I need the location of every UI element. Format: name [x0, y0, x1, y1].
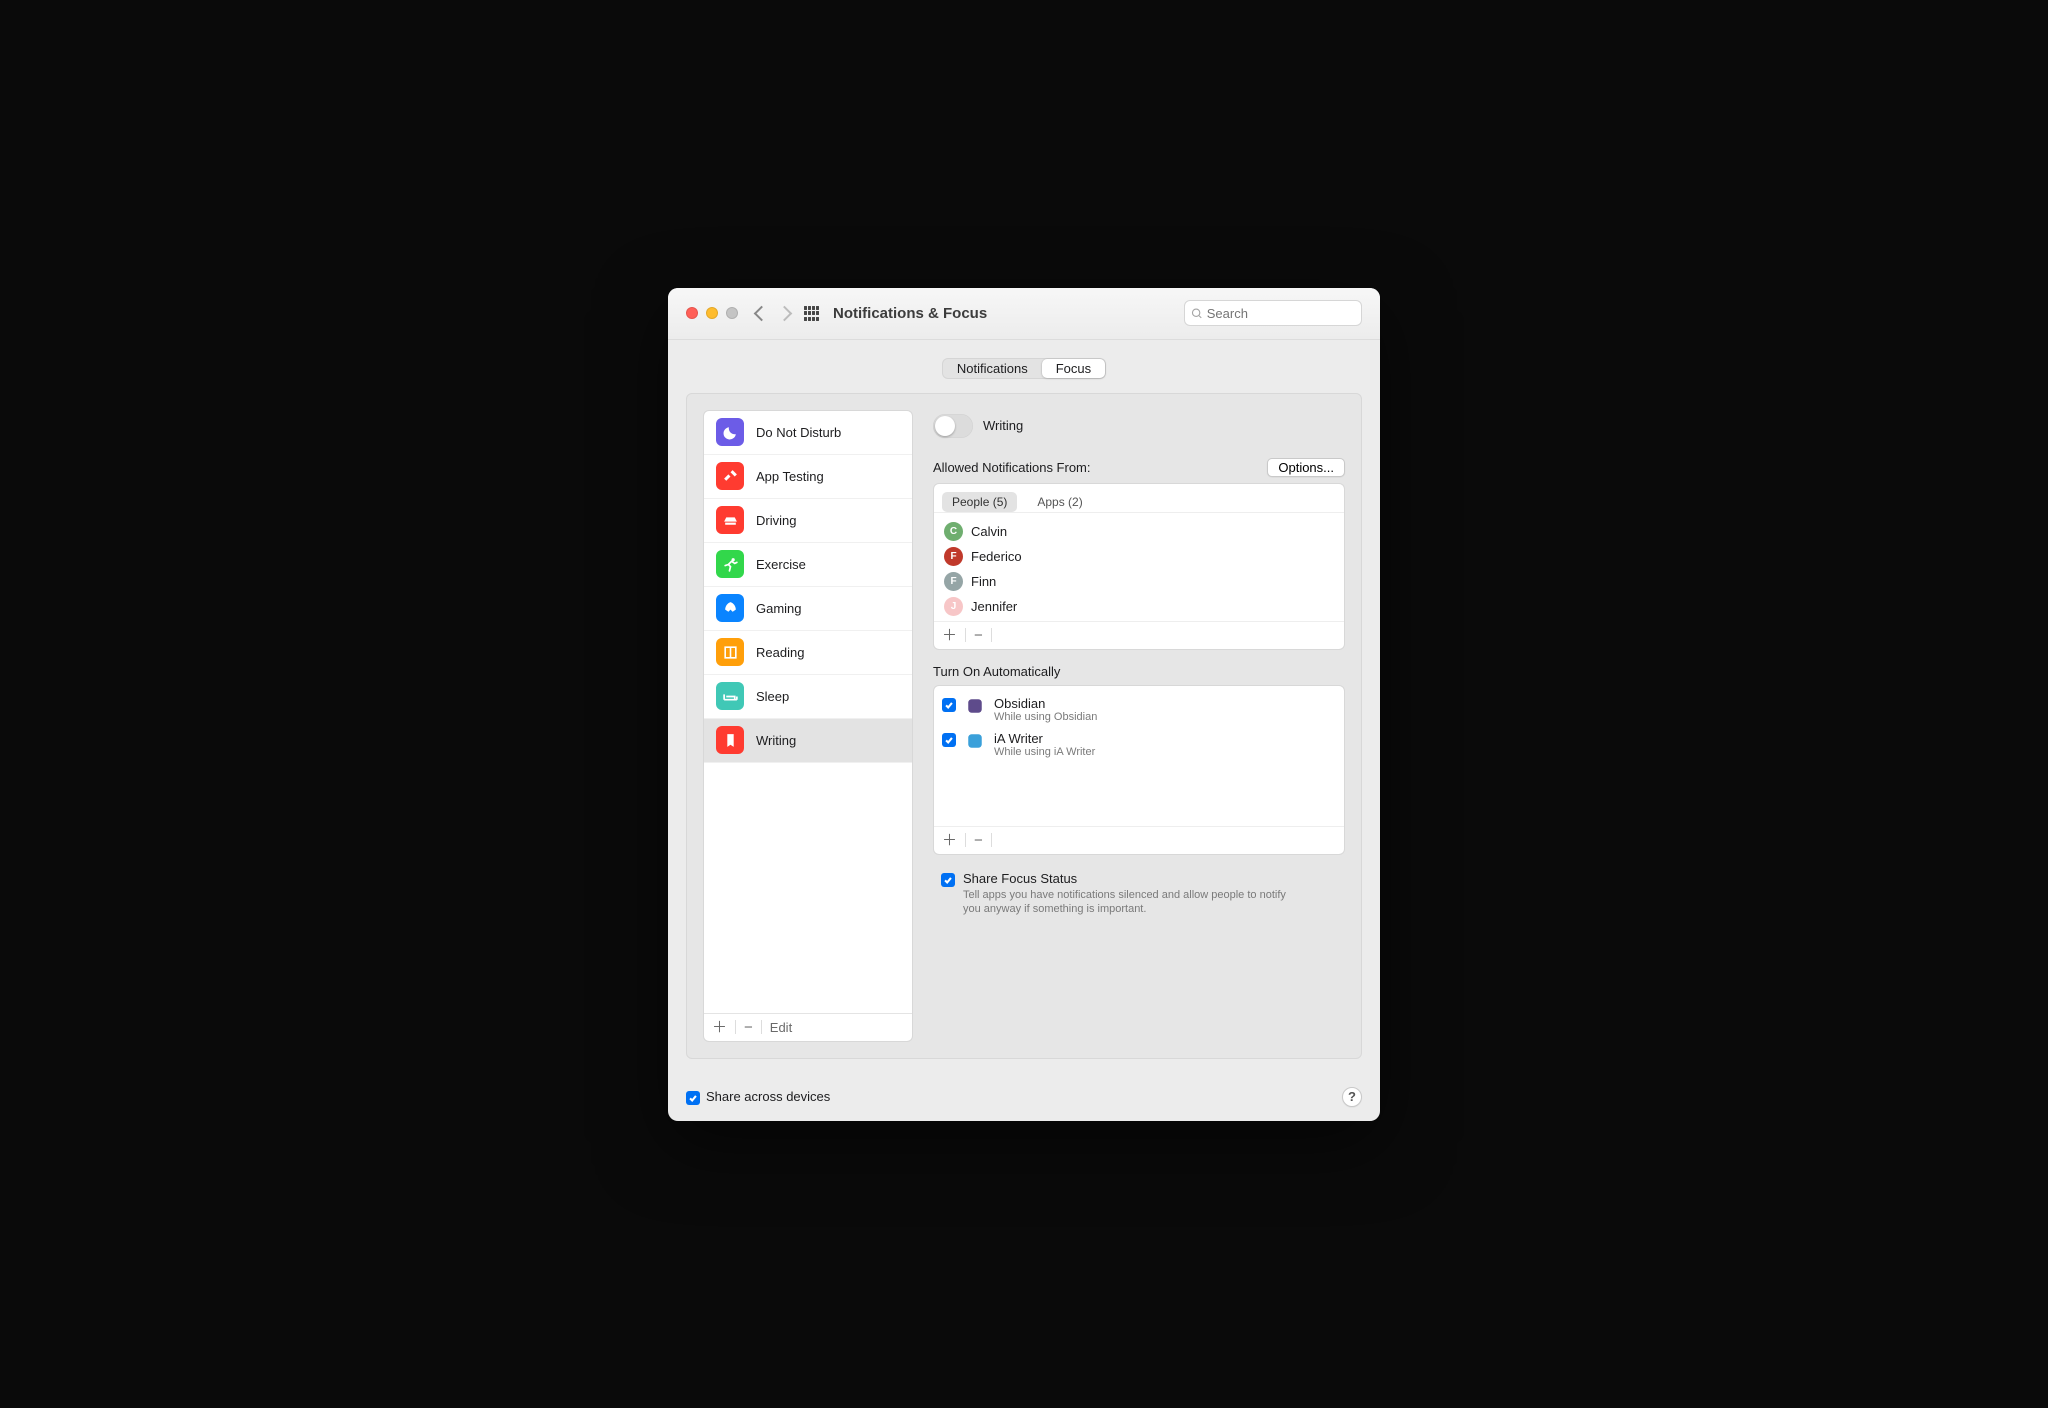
help-button[interactable]: ?	[1342, 1087, 1362, 1107]
sidebar-item-exercise[interactable]: Exercise	[704, 543, 912, 587]
focus-item-label: Exercise	[756, 557, 806, 572]
person-name: Calvin	[971, 524, 1007, 539]
bookmark-icon	[716, 726, 744, 754]
auto-item-checkbox[interactable]	[942, 733, 956, 747]
auto-item[interactable]: iA Writer While using iA Writer	[942, 727, 1336, 762]
traffic-lights	[686, 307, 738, 319]
sidebar-item-writing[interactable]: Writing	[704, 719, 912, 763]
rocket-icon	[716, 594, 744, 622]
focus-item-label: Reading	[756, 645, 804, 660]
people-list: C Calvin F Federico F Finn J Jennifer	[934, 513, 1344, 621]
focus-item-label: Do Not Disturb	[756, 425, 841, 440]
people-tab[interactable]: People (5)	[942, 492, 1017, 512]
remove-person-button[interactable]: −	[974, 628, 983, 643]
tabs-segmented-control: Notifications Focus	[942, 358, 1106, 379]
auto-item-subtitle: While using iA Writer	[994, 746, 1095, 758]
avatar: C	[944, 522, 963, 541]
options-button[interactable]: Options...	[1267, 458, 1345, 477]
share-across-devices-label: Share across devices	[706, 1089, 830, 1104]
person-name: Finn	[971, 574, 996, 589]
show-all-icon[interactable]	[804, 306, 819, 321]
person-name: Jennifer	[971, 599, 1017, 614]
focus-item-label: Writing	[756, 733, 796, 748]
focus-item-label: Sleep	[756, 689, 789, 704]
auto-list: Obsidian While using Obsidian iA Writer …	[934, 686, 1344, 826]
avatar: J	[944, 597, 963, 616]
add-auto-button[interactable]: ＋	[942, 833, 957, 848]
avatar: F	[944, 572, 963, 591]
close-window-button[interactable]	[686, 307, 698, 319]
remove-auto-button[interactable]: −	[974, 833, 983, 848]
person-row[interactable]: F Finn	[942, 569, 1336, 594]
person-row[interactable]: F Federico	[942, 544, 1336, 569]
back-button[interactable]	[754, 305, 770, 321]
tab-notifications[interactable]: Notifications	[943, 359, 1042, 378]
forward-button[interactable]	[777, 305, 793, 321]
zoom-window-button[interactable]	[726, 307, 738, 319]
auto-item-subtitle: While using Obsidian	[994, 711, 1097, 723]
focus-item-label: Driving	[756, 513, 796, 528]
focus-enabled-switch[interactable]	[933, 414, 973, 438]
nav-buttons	[756, 308, 790, 319]
share-focus-status-title: Share Focus Status	[963, 871, 1303, 886]
focus-list: Do Not Disturb App Testing Driving Exerc…	[704, 411, 912, 1013]
car-icon	[716, 506, 744, 534]
person-row[interactable]: J Jennifer	[942, 594, 1336, 619]
add-focus-button[interactable]: ＋	[712, 1020, 727, 1035]
runner-icon	[716, 550, 744, 578]
sidebar-item-driving[interactable]: Driving	[704, 499, 912, 543]
bottom-bar: Share across devices ?	[668, 1077, 1380, 1121]
auto-card: Obsidian While using Obsidian iA Writer …	[933, 685, 1345, 855]
allowed-notifications-label: Allowed Notifications From:	[933, 460, 1091, 475]
focus-panel: Do Not Disturb App Testing Driving Exerc…	[686, 393, 1362, 1059]
person-name: Federico	[971, 549, 1022, 564]
sidebar-item-do-not-disturb[interactable]: Do Not Disturb	[704, 411, 912, 455]
app-icon	[966, 697, 984, 715]
preferences-window: Notifications & Focus Notifications Focu…	[668, 288, 1380, 1121]
allowed-notifications-card: People (5) Apps (2) C Calvin F Federico …	[933, 483, 1345, 650]
focus-name-label: Writing	[983, 418, 1023, 433]
share-focus-status-block: Share Focus Status Tell apps you have no…	[933, 869, 1345, 918]
search-input[interactable]	[1207, 306, 1355, 321]
sidebar-item-gaming[interactable]: Gaming	[704, 587, 912, 631]
add-person-button[interactable]: ＋	[942, 628, 957, 643]
focus-detail: Writing Allowed Notifications From: Opti…	[933, 410, 1345, 1042]
moon-icon	[716, 418, 744, 446]
focus-item-label: Gaming	[756, 601, 802, 616]
focus-sidebar: Do Not Disturb App Testing Driving Exerc…	[703, 410, 913, 1042]
person-row[interactable]: C Calvin	[942, 519, 1336, 544]
auto-item-title: iA Writer	[994, 731, 1095, 746]
tools-icon	[716, 462, 744, 490]
titlebar: Notifications & Focus	[668, 288, 1380, 340]
minimize-window-button[interactable]	[706, 307, 718, 319]
share-focus-status-desc: Tell apps you have notifications silence…	[963, 888, 1303, 918]
share-across-devices-checkbox[interactable]	[686, 1091, 700, 1105]
tab-focus[interactable]: Focus	[1042, 359, 1105, 378]
avatar: F	[944, 547, 963, 566]
book-icon	[716, 638, 744, 666]
app-icon	[966, 732, 984, 750]
edit-focus-button[interactable]: Edit	[770, 1020, 792, 1035]
auto-item[interactable]: Obsidian While using Obsidian	[942, 692, 1336, 727]
bed-icon	[716, 682, 744, 710]
auto-item-checkbox[interactable]	[942, 698, 956, 712]
window-title: Notifications & Focus	[833, 305, 987, 322]
sidebar-item-reading[interactable]: Reading	[704, 631, 912, 675]
apps-tab[interactable]: Apps (2)	[1027, 492, 1092, 512]
auto-item-title: Obsidian	[994, 696, 1097, 711]
search-icon	[1191, 307, 1203, 320]
focus-item-label: App Testing	[756, 469, 824, 484]
remove-focus-button[interactable]: −	[744, 1020, 753, 1035]
auto-header: Turn On Automatically	[933, 664, 1345, 679]
share-focus-status-checkbox[interactable]	[941, 873, 955, 887]
sidebar-footer: ＋ − Edit	[704, 1013, 912, 1041]
search-field[interactable]	[1184, 300, 1362, 326]
sidebar-item-sleep[interactable]: Sleep	[704, 675, 912, 719]
sidebar-item-app-testing[interactable]: App Testing	[704, 455, 912, 499]
